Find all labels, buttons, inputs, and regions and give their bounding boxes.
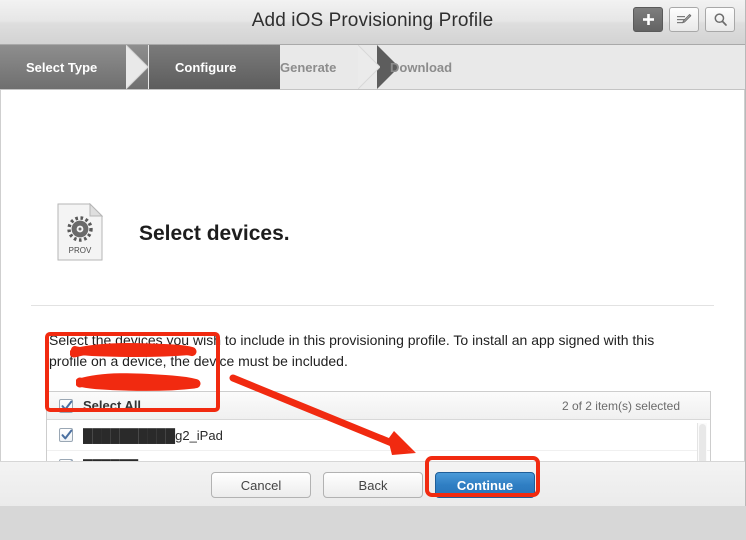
select-all-row[interactable]: Select All 2 of 2 item(s) selected (47, 392, 710, 420)
add-button[interactable] (633, 7, 663, 32)
step-label: Generate (280, 59, 337, 75)
wizard-footer: Cancel Back Continue (0, 461, 745, 506)
prov-document-icon: PROV (57, 203, 103, 261)
back-button[interactable]: Back (323, 472, 423, 498)
selected-count-label: 2 of 2 item(s) selected (561, 398, 680, 413)
checkmark-icon (61, 400, 73, 410)
device-name-label: ██████████g2_iPad (83, 427, 223, 443)
step-chevron-icon (126, 45, 148, 89)
step-label: Configure (175, 59, 237, 75)
step-chevron-icon (358, 45, 380, 89)
wizard-content: PROV Select devices. Select the devices … (0, 90, 745, 506)
select-all-label: Select All (83, 398, 142, 413)
select-all-checkbox[interactable] (59, 398, 73, 413)
plus-icon (642, 14, 654, 25)
provisioning-profile-window: Add iOS Provisioning Profile Select Type… (0, 0, 746, 506)
page-title: Select devices. (139, 222, 290, 245)
continue-button[interactable]: Continue (435, 472, 535, 498)
footer-button-group: Cancel Back Continue (0, 472, 745, 498)
search-icon (714, 13, 727, 26)
window-titlebar: Add iOS Provisioning Profile (0, 0, 745, 45)
step-select-type[interactable]: Select Type (0, 45, 148, 89)
device-checkbox[interactable] (59, 428, 73, 442)
search-button[interactable] (705, 7, 735, 32)
instructions-text: Select the devices you wish to include i… (49, 332, 655, 369)
edit-pencil-icon (677, 13, 692, 23)
step-label: Select Type (26, 59, 98, 75)
app-root: Add iOS Provisioning Profile Select Type… (0, 0, 746, 540)
wizard-steps: Select Type Configure Generate Download (0, 45, 745, 90)
step-configure[interactable]: Configure (149, 45, 399, 89)
table-row[interactable]: ██████████g2_iPad (47, 420, 710, 451)
edit-button[interactable] (669, 7, 699, 32)
cancel-button[interactable]: Cancel (211, 472, 311, 498)
step-label: Download (390, 59, 453, 75)
content-divider (31, 305, 714, 306)
checkmark-icon (61, 429, 73, 440)
titlebar-button-group (633, 7, 735, 32)
prov-icon-label: PROV (69, 246, 92, 255)
